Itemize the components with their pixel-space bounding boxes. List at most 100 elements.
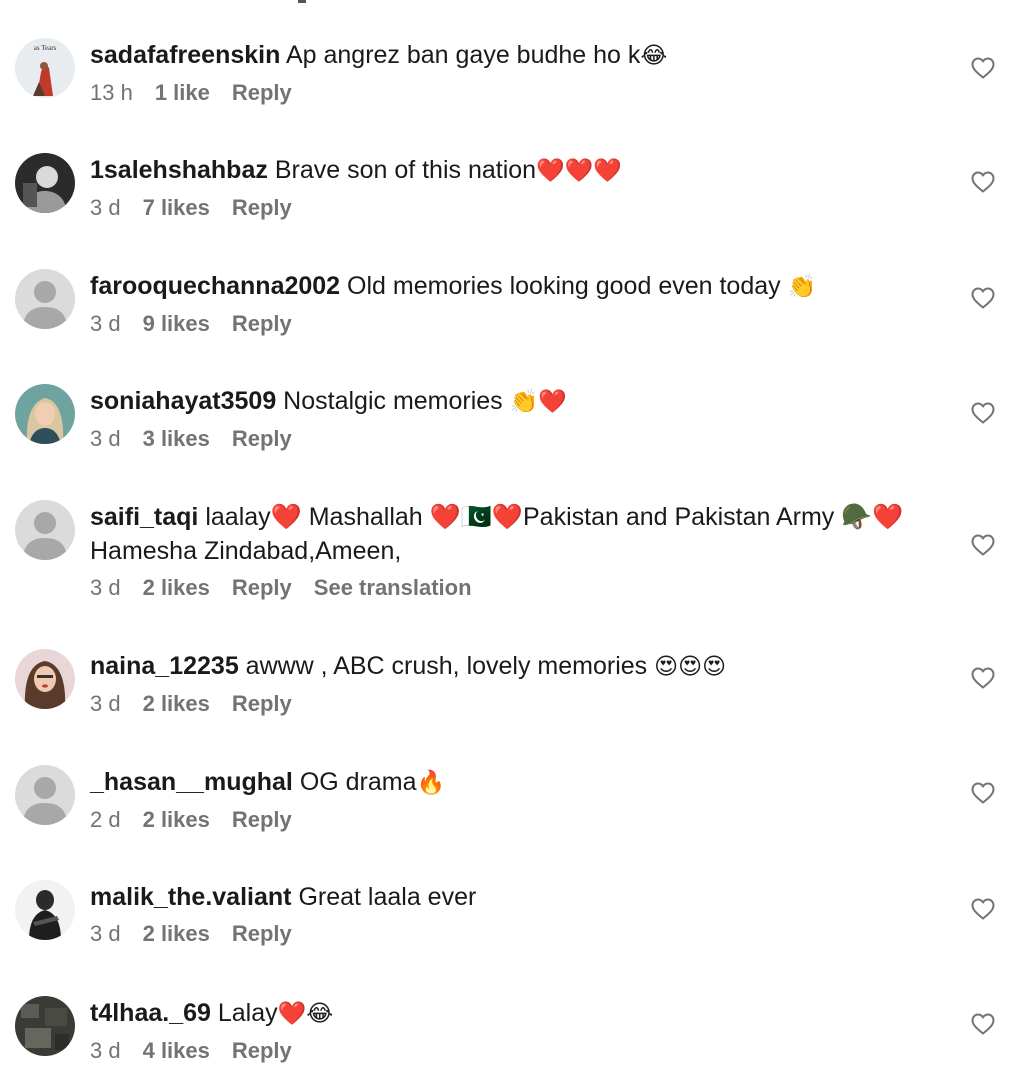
comment-emoji: 👏❤️ <box>509 389 567 415</box>
comment-username[interactable]: saifi_taqi <box>90 503 198 531</box>
comment-username[interactable]: 1salehshahbaz <box>90 156 268 184</box>
heart-outline-icon <box>971 402 995 424</box>
like-button[interactable] <box>971 402 995 424</box>
comment-body: Great laala ever <box>298 883 477 911</box>
comment-body: Old memories looking good even today <box>347 272 788 300</box>
avatar[interactable] <box>15 384 75 444</box>
like-button[interactable] <box>971 782 995 804</box>
comment-time: 2 d <box>90 807 121 832</box>
comment-time: 3 d <box>90 1038 121 1063</box>
comment-body: Lalay <box>217 999 278 1027</box>
avatar[interactable] <box>15 880 75 940</box>
like-button[interactable] <box>971 57 995 79</box>
comment-username[interactable]: sadafafreenskin <box>90 41 280 69</box>
avatar[interactable]: as Tears <box>15 38 75 98</box>
avatar-image <box>15 880 75 940</box>
avatar[interactable] <box>15 500 75 560</box>
comment-text: naina_12235 awww , ABC crush, lovely mem… <box>90 649 934 684</box>
reply-button[interactable]: Reply <box>232 921 292 946</box>
like-button[interactable] <box>971 171 995 193</box>
heart-outline-icon <box>971 898 995 920</box>
comment-body: OG drama <box>299 768 417 796</box>
heart-outline-icon <box>971 534 995 556</box>
likes-count[interactable]: 3 likes <box>143 426 210 451</box>
comment-time: 3 d <box>90 195 121 220</box>
avatar-caption: as Tears <box>34 44 57 52</box>
comment-time: 3 d <box>90 921 121 946</box>
comment-emoji: ❤️❤️❤️ <box>536 158 623 184</box>
comment-meta: 3 d 7 likes Reply <box>90 194 934 222</box>
comment-text: _hasan__mughal OG drama🔥 <box>90 765 934 800</box>
comment-username[interactable]: naina_12235 <box>90 652 239 680</box>
comment-text: saifi_taqi laalay❤️ Mashallah ❤️🇵🇰❤️Paki… <box>90 500 934 568</box>
comment-meta: 3 d 2 likes Reply See translation <box>90 574 934 602</box>
likes-count[interactable]: 2 likes <box>143 807 210 832</box>
avatar-image <box>15 996 75 1056</box>
avatar[interactable] <box>15 269 75 329</box>
heart-outline-icon <box>971 287 995 309</box>
likes-count[interactable]: 2 likes <box>143 921 210 946</box>
comment-username[interactable]: soniahayat3509 <box>90 387 276 415</box>
comment-time: 3 d <box>90 691 121 716</box>
reply-button[interactable]: Reply <box>232 195 292 220</box>
avatar[interactable] <box>15 996 75 1056</box>
comment-username[interactable]: t4lhaa._69 <box>90 999 211 1027</box>
see-translation-button[interactable]: See translation <box>314 575 472 600</box>
like-button[interactable] <box>971 534 995 556</box>
heart-outline-icon <box>971 1013 995 1035</box>
avatar[interactable] <box>15 765 75 825</box>
comment-emoji: 🔥 <box>416 770 446 796</box>
comment-time: 3 d <box>90 426 121 451</box>
comment-text: 1salehshahbaz Brave son of this nation❤️… <box>90 153 934 188</box>
reply-button[interactable]: Reply <box>232 80 292 105</box>
comment-meta: 3 d 9 likes Reply <box>90 310 934 338</box>
comment-meta: 3 d 2 likes Reply <box>90 920 934 948</box>
comment-username[interactable]: _hasan__mughal <box>90 768 293 796</box>
comment-username[interactable]: malik_the.valiant <box>90 883 291 911</box>
comment-emoji: 😍😍😍 <box>654 654 727 680</box>
reply-button[interactable]: Reply <box>232 575 292 600</box>
cut-off-text-fragment <box>298 0 306 3</box>
likes-count[interactable]: 2 likes <box>143 691 210 716</box>
comment-body: Ap angrez ban gaye budhe ho k <box>285 41 641 69</box>
reply-button[interactable]: Reply <box>232 691 292 716</box>
comment-username[interactable]: farooquechanna2002 <box>90 272 340 300</box>
avatar-image <box>15 153 75 213</box>
comment-emoji: ❤️😂 <box>277 1001 334 1027</box>
like-button[interactable] <box>971 1013 995 1035</box>
comment-text: t4lhaa._69 Lalay❤️😂 <box>90 996 934 1031</box>
heart-outline-icon <box>971 782 995 804</box>
reply-button[interactable]: Reply <box>232 311 292 336</box>
comment-time: 3 d <box>90 311 121 336</box>
reply-button[interactable]: Reply <box>232 426 292 451</box>
comment-time: 13 h <box>90 80 133 105</box>
avatar-image: as Tears <box>15 38 75 98</box>
likes-count[interactable]: 2 likes <box>143 575 210 600</box>
avatar-image <box>15 649 75 709</box>
comment-emoji: 👏 <box>787 274 817 300</box>
likes-count[interactable]: 4 likes <box>143 1038 210 1063</box>
person-silhouette-icon <box>15 269 75 329</box>
comment-meta: 3 d 4 likes Reply <box>90 1037 934 1065</box>
likes-count[interactable]: 9 likes <box>143 311 210 336</box>
like-button[interactable] <box>971 287 995 309</box>
reply-button[interactable]: Reply <box>232 807 292 832</box>
heart-outline-icon <box>971 57 995 79</box>
heart-outline-icon <box>971 667 995 689</box>
comment-text: sadafafreenskin Ap angrez ban gaye budhe… <box>90 38 934 73</box>
like-button[interactable] <box>971 898 995 920</box>
person-silhouette-icon <box>15 765 75 825</box>
reply-button[interactable]: Reply <box>232 1038 292 1063</box>
likes-count[interactable]: 7 likes <box>143 195 210 220</box>
comment-meta: 3 d 2 likes Reply <box>90 690 934 718</box>
avatar[interactable] <box>15 153 75 213</box>
likes-count[interactable]: 1 like <box>155 80 210 105</box>
like-button[interactable] <box>971 667 995 689</box>
comments-list: as Tears sadafafreenskin Ap angrez ban g… <box>0 0 1024 1085</box>
comment-meta: 3 d 3 likes Reply <box>90 425 934 453</box>
comment-emoji: 😂 <box>640 43 668 69</box>
person-silhouette-icon <box>15 500 75 560</box>
comment-meta: 13 h 1 like Reply <box>90 79 934 107</box>
avatar[interactable] <box>15 649 75 709</box>
avatar-image <box>15 384 75 444</box>
